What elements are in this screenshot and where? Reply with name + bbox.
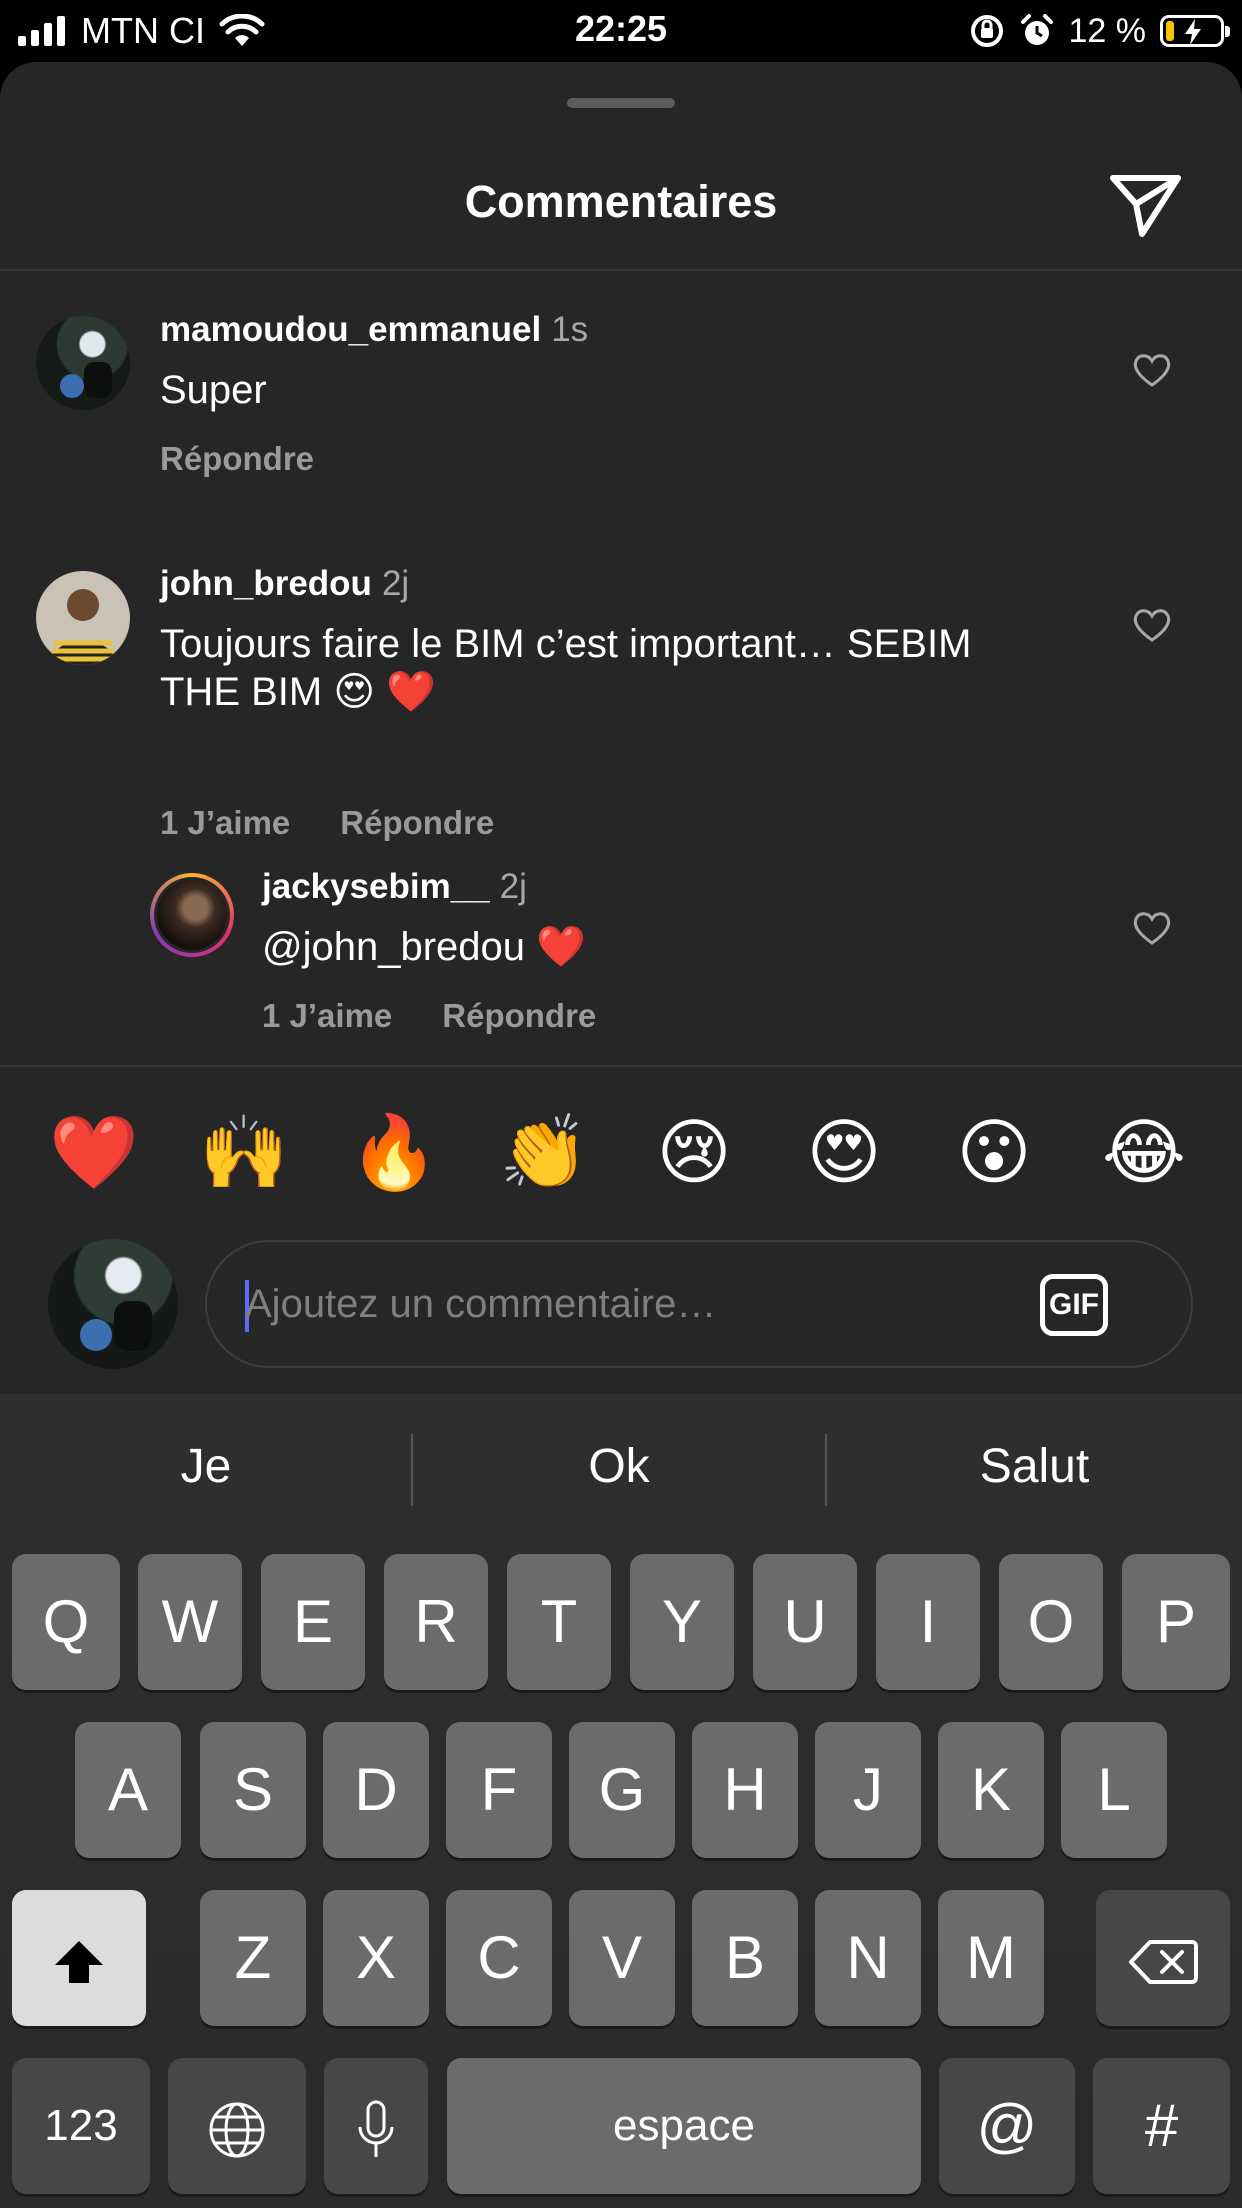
- comment-username[interactable]: john_bredou: [160, 564, 372, 603]
- key-i[interactable]: I: [876, 1554, 980, 1690]
- key-s[interactable]: S: [200, 1722, 306, 1858]
- sheet-grabber[interactable]: [567, 98, 675, 108]
- battery-percent: 12 %: [1068, 11, 1147, 50]
- comment-username[interactable]: mamoudou_emmanuel: [160, 310, 541, 349]
- sheet-title: Commentaires: [464, 176, 778, 227]
- likes-count[interactable]: 1 J’aime: [262, 997, 392, 1035]
- key-a[interactable]: A: [75, 1722, 181, 1858]
- key-f[interactable]: F: [446, 1722, 552, 1858]
- avatar[interactable]: [150, 873, 234, 957]
- emoji-heart-eyes-button[interactable]: 😍: [794, 1102, 894, 1202]
- key-l[interactable]: L: [1061, 1722, 1167, 1858]
- avatar[interactable]: [36, 571, 130, 665]
- reply-button[interactable]: Répondre: [160, 440, 314, 478]
- space-key[interactable]: espace: [447, 2058, 921, 2194]
- battery-icon: [1160, 15, 1230, 47]
- like-heart-icon[interactable]: [1132, 607, 1172, 643]
- suggestion-2[interactable]: Ok: [413, 1432, 825, 1502]
- gif-button[interactable]: GIF: [1040, 1274, 1108, 1336]
- reply-button[interactable]: Répondre: [442, 997, 596, 1035]
- likes-count[interactable]: 1 J’aime: [160, 804, 290, 842]
- hash-key[interactable]: #: [1093, 2058, 1230, 2194]
- key-k[interactable]: K: [938, 1722, 1044, 1858]
- key-t[interactable]: T: [507, 1554, 611, 1690]
- emoji-divider: [0, 1065, 1242, 1067]
- like-heart-icon[interactable]: [1132, 352, 1172, 388]
- orientation-lock-icon: [970, 15, 1003, 47]
- backspace-icon: [1129, 1940, 1198, 1985]
- reply-button[interactable]: Répondre: [340, 804, 494, 842]
- emoji-fire-button[interactable]: 🔥: [344, 1102, 444, 1202]
- emoji-surprised-button[interactable]: 😮: [944, 1102, 1044, 1202]
- key-b[interactable]: B: [692, 1890, 798, 2026]
- emoji-raised-hands-button[interactable]: 🙌: [194, 1102, 294, 1202]
- quick-emoji-bar: ❤️ 🙌 🔥 👏 😢 😍 😮 😂: [0, 1102, 1242, 1202]
- key-h[interactable]: H: [692, 1722, 798, 1858]
- key-w[interactable]: W: [138, 1554, 242, 1690]
- key-o[interactable]: O: [999, 1554, 1103, 1690]
- dictation-key[interactable]: [324, 2058, 428, 2194]
- key-g[interactable]: G: [569, 1722, 675, 1858]
- comment-text-line: Toujours faire le BIM c’est important… S…: [160, 622, 972, 666]
- key-c[interactable]: C: [446, 1890, 552, 2026]
- suggestion-3[interactable]: Salut: [827, 1432, 1242, 1502]
- comment-input-placeholder: Ajoutez un commentaire…: [245, 1282, 717, 1326]
- key-e[interactable]: E: [261, 1554, 365, 1690]
- suggestion-1[interactable]: Je: [0, 1432, 412, 1502]
- key-p[interactable]: P: [1122, 1554, 1230, 1690]
- key-m[interactable]: M: [938, 1890, 1044, 2026]
- shift-key[interactable]: [12, 1890, 146, 2026]
- like-heart-icon[interactable]: [1132, 910, 1172, 946]
- key-n[interactable]: N: [815, 1890, 921, 2026]
- comment-time: 2j: [381, 564, 410, 603]
- comments-sheet: Commentaires mamoudou_emmanuel 1s Super R…: [0, 62, 1242, 1394]
- comment-input[interactable]: Ajoutez un commentaire… GIF: [205, 1240, 1193, 1368]
- microphone-icon: [358, 2100, 394, 2158]
- status-bar: MTN CI 22:25 12 %: [0, 0, 1242, 62]
- globe-key[interactable]: [168, 2058, 306, 2194]
- numbers-key[interactable]: 123: [12, 2058, 150, 2194]
- comment-username[interactable]: jackysebim__: [262, 867, 490, 906]
- avatar[interactable]: [36, 316, 130, 410]
- alarm-icon: [1020, 14, 1053, 45]
- key-u[interactable]: U: [753, 1554, 857, 1690]
- comment-text: Super: [160, 368, 267, 412]
- emoji-clap-button[interactable]: 👏: [494, 1102, 594, 1202]
- comment-text: @john_bredou ❤️: [262, 925, 586, 969]
- shift-arrow-icon: [55, 1941, 103, 1984]
- key-y[interactable]: Y: [630, 1554, 734, 1690]
- comment-time: 1s: [551, 310, 589, 349]
- comment-text-line: THE BIM 😍 ❤️: [160, 670, 436, 714]
- globe-icon: [209, 2102, 265, 2158]
- key-v[interactable]: V: [569, 1890, 675, 2026]
- key-j[interactable]: J: [815, 1722, 921, 1858]
- my-avatar: [48, 1239, 178, 1369]
- key-z[interactable]: Z: [200, 1890, 306, 2026]
- keyboard: Je Ok Salut Q W E R T Y U I O P A S D F …: [0, 1394, 1242, 2208]
- emoji-laughing-button[interactable]: 😂: [1094, 1102, 1194, 1202]
- emoji-crying-button[interactable]: 😢: [644, 1102, 744, 1202]
- header-divider: [0, 269, 1242, 271]
- at-key[interactable]: @: [939, 2058, 1075, 2194]
- emoji-heart-button[interactable]: ❤️: [44, 1102, 144, 1202]
- backspace-key[interactable]: [1096, 1890, 1230, 2026]
- key-d[interactable]: D: [323, 1722, 429, 1858]
- comment-time: 2j: [499, 867, 527, 906]
- key-r[interactable]: R: [384, 1554, 488, 1690]
- share-send-icon[interactable]: [1108, 170, 1184, 240]
- key-q[interactable]: Q: [12, 1554, 120, 1690]
- key-x[interactable]: X: [323, 1890, 429, 2026]
